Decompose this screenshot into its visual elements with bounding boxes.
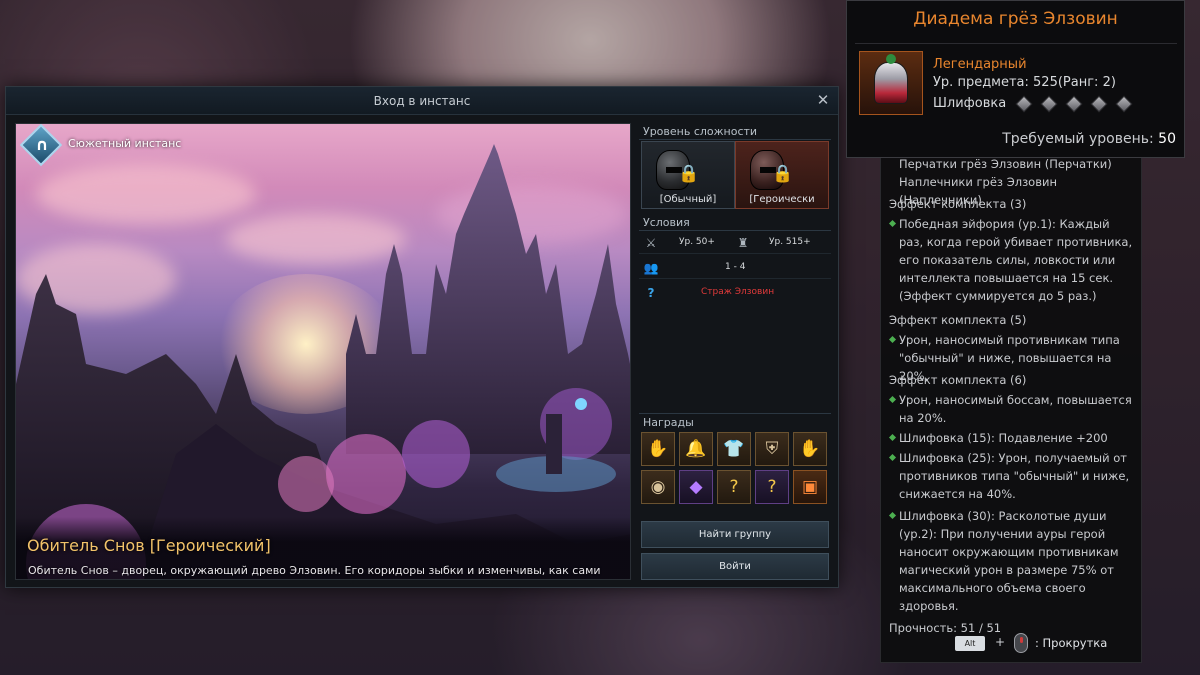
reward-gauntlet[interactable]: ✋: [641, 432, 675, 466]
dungeon-description: Обитель Снов – дворец, окружающий древо …: [28, 564, 601, 579]
story-instance-badge: ∩ Сюжетный инстанс: [19, 124, 190, 167]
bullet-icon: [888, 511, 897, 520]
set-effect-header: Эффект комплекта (3): [889, 197, 1027, 211]
bullet-icon: [888, 453, 897, 462]
bell-helmet-icon: [874, 54, 908, 104]
reward-shoulder-armor[interactable]: ⛨: [755, 432, 789, 466]
crossed-swords-icon: ⚔: [645, 236, 657, 250]
instance-entry-window: Вход в инстанс ✕ ∩ Сюжетный инстанс Обит…: [5, 86, 839, 588]
close-icon[interactable]: ✕: [814, 91, 832, 109]
required-level: Требуемый уровень: 50: [1002, 131, 1176, 147]
reward-treasure-chest[interactable]: ▣: [793, 470, 827, 504]
set-effect-bullet: Победная эйфория (ур.1): Каждый раз, ког…: [888, 215, 1135, 305]
glove-icon: ✋: [799, 439, 821, 459]
rune-stone-icon: ◉: [650, 477, 666, 497]
grinding-slot-icon: [1015, 95, 1033, 113]
item-name: Диадема грёз Элзовин: [913, 9, 1118, 29]
conditions-label: Условия: [643, 216, 690, 229]
scroll-hint-text: : Прокрутка: [1035, 636, 1108, 650]
difficulty-normal-option[interactable]: 🔒 [Обычный]: [641, 141, 735, 209]
find-group-button[interactable]: Найти группу: [641, 521, 829, 548]
set-bonus-tooltip: Перчатки грёз Элзовин (Перчатки) Наплечн…: [880, 150, 1142, 663]
bell-helmet-icon: 🔔: [685, 439, 707, 459]
alt-key-icon: Alt: [955, 636, 985, 651]
set-effect-header: Эффект комплекта (5): [889, 313, 1027, 327]
reward-purple-crystal[interactable]: ◆: [679, 470, 713, 504]
party-size: 1 - 4: [725, 262, 746, 272]
dungeon-title: Обитель Снов [Героический]: [27, 536, 271, 555]
badge-label: Сюжетный инстанс: [68, 137, 182, 150]
purple-crystal-icon: ◆: [689, 477, 703, 497]
party-icon: 👥: [643, 261, 659, 275]
window-title: Вход в инстанс: [6, 87, 838, 115]
lock-icon: 🔒: [678, 164, 700, 184]
lock-icon: 🔒: [772, 164, 794, 184]
level-requirement: Ур. 50+: [679, 237, 715, 247]
grinding-slot-icon: [1040, 95, 1058, 113]
set-effect-header: Эффект комплекта (6): [889, 373, 1027, 387]
castle-silhouette: [16, 144, 630, 579]
gauntlet-icon: ✋: [647, 439, 669, 459]
mouse-wheel-icon: [1014, 633, 1028, 653]
bullet-icon: [888, 433, 897, 442]
quest-requirement: Страж Элзовин: [701, 287, 775, 297]
scroll-hint: Alt + : Прокрутка: [955, 633, 1125, 655]
reward-rune-stone[interactable]: ◉: [641, 470, 675, 504]
rewards-label: Награды: [643, 416, 694, 429]
difficulty-label: Уровень сложности: [643, 125, 758, 138]
enter-button[interactable]: Войти: [641, 553, 829, 580]
set-effect-bullet: Шлифовка (15): Подавление +200: [888, 429, 1135, 447]
item-level-requirement: Ур. 515+: [769, 237, 811, 247]
item-rarity: Легендарный: [933, 57, 1027, 72]
grinding-slot-icon: [1065, 95, 1083, 113]
reward-bell-helmet[interactable]: 🔔: [679, 432, 713, 466]
item-level: Ур. предмета: 525(Ранг: 2): [933, 75, 1116, 90]
shoulder-armor-icon: ⛨: [765, 439, 779, 459]
set-effect-bullet: Шлифовка (25): Урон, получаемый от проти…: [888, 449, 1135, 503]
reward-chest-armor[interactable]: 👕: [717, 432, 751, 466]
difficulty-normal-label: [Обычный]: [659, 194, 717, 205]
set-effect-bullet: Шлифовка (30): Расколотые души (ур.2): П…: [888, 507, 1135, 615]
condition-party-row: 👥 1 - 4: [639, 257, 831, 279]
mystery-bag-icon: ?: [767, 477, 777, 497]
bullet-icon: [888, 219, 897, 228]
item-tooltip-header: Диадема грёз Элзовин Легендарный Ур. пре…: [846, 0, 1185, 158]
grinding-label: Шлифовка: [933, 96, 1007, 111]
dungeon-preview-image: ∩ Сюжетный инстанс Обитель Снов [Героиче…: [15, 123, 631, 580]
chest-armor-icon: 👕: [723, 439, 745, 459]
bullet-icon: [888, 395, 897, 404]
grinding-slot-icon: [1090, 95, 1108, 113]
difficulty-heroic-option[interactable]: 🔒 [Героически: [735, 141, 829, 209]
set-effect-bullet: Урон, наносимый боссам, повышается на 20…: [888, 391, 1135, 427]
mystery-box-icon: ?: [729, 477, 739, 497]
reward-mystery-bag[interactable]: ?: [755, 470, 789, 504]
instance-options-panel: Уровень сложности 🔒 [Обычный] 🔒 [Героиче…: [639, 123, 831, 580]
question-icon: ?: [647, 286, 655, 300]
bullet-icon: [888, 335, 897, 344]
difficulty-heroic-label: [Героически: [749, 194, 815, 205]
condition-quest-row: ? Страж Элзовин: [639, 282, 831, 304]
armor-icon: ♜: [737, 236, 749, 250]
plus-sign: +: [995, 635, 1006, 649]
treasure-chest-icon: ▣: [801, 477, 819, 497]
condition-level-row: ⚔ Ур. 50+ ♜ Ур. 515+: [639, 232, 831, 254]
item-icon: [859, 51, 923, 115]
reward-glove[interactable]: ✋: [793, 432, 827, 466]
reward-mystery-box[interactable]: ?: [717, 470, 751, 504]
grinding-slot-icon: [1115, 95, 1133, 113]
